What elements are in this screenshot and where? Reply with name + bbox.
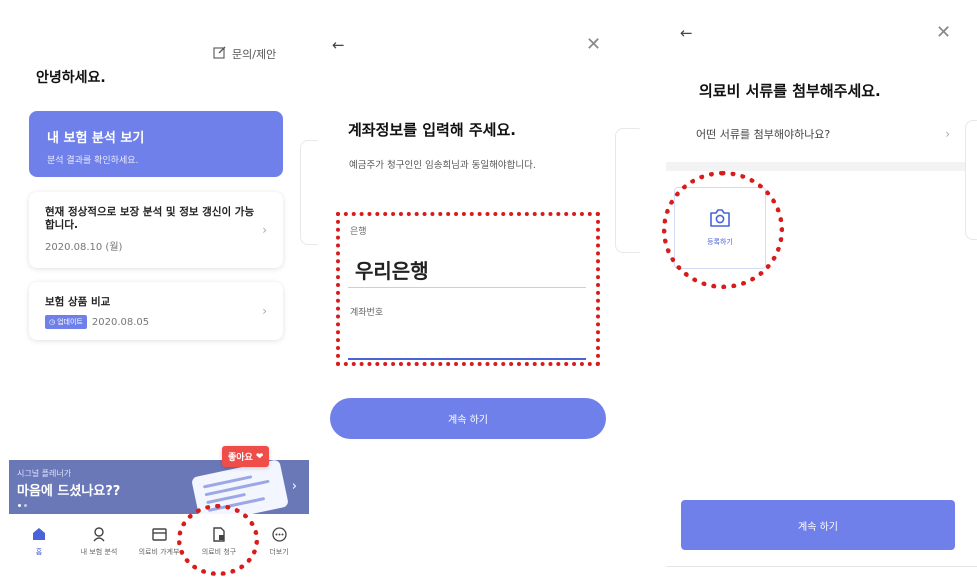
person-icon <box>92 526 106 542</box>
card-date: 2020.08.05 <box>91 316 150 328</box>
tab-label: 의료비 가계부 <box>138 548 180 556</box>
chevron-right-icon: › <box>945 127 950 141</box>
card-title: 현재 정상적으로 보장 분석 및 정보 갱신이 가능합니다. <box>45 206 255 231</box>
tab-label: 더보기 <box>269 548 289 556</box>
card-subtitle: 분석 결과를 확인하세요. <box>47 156 139 166</box>
greeting: 안녕하세요. <box>36 70 106 86</box>
page-title: 의료비 서류를 첨부해주세요. <box>699 82 881 100</box>
attach-documents-screen: ← ✕ 의료비 서류를 첨부해주세요. 어떤 서류를 첨부해야하나요? › 등록… <box>648 0 977 588</box>
back-arrow-icon[interactable]: ← <box>332 36 345 54</box>
card-title: 보험 상품 비교 <box>45 296 111 308</box>
bottom-divider <box>666 566 977 567</box>
analysis-status-card[interactable]: 현재 정상적으로 보장 분석 및 정보 갱신이 가능합니다. 2020.08.1… <box>29 192 283 268</box>
continue-button[interactable]: 계속 하기 <box>330 398 606 439</box>
banner-page-dots <box>18 504 27 507</box>
update-badge: ◷ 업데이트 <box>45 315 87 329</box>
chevron-right-icon: › <box>262 304 267 318</box>
chevron-right-icon: › <box>291 479 297 494</box>
tab-label: 내 보험 분석 <box>80 548 118 556</box>
like-label: 좋아요 <box>228 453 253 463</box>
insurance-analysis-card[interactable]: 내 보험 분석 보기 분석 결과를 확인하세요. <box>29 111 283 177</box>
next-card-peek <box>965 120 977 240</box>
tab-my-analysis[interactable]: 내 보험 분석 <box>69 516 129 568</box>
home-icon <box>32 526 46 542</box>
card-date: 2020.08.10 (월) <box>45 242 123 253</box>
chevron-right-icon: › <box>262 223 267 237</box>
feedback-banner[interactable]: 시그널 플레너가 마음에 드셨나요?? › <box>9 460 309 514</box>
ledger-icon <box>151 526 167 542</box>
question-label: 어떤 서류를 첨부해야하나요? <box>696 128 831 141</box>
back-arrow-icon[interactable]: ← <box>680 24 693 42</box>
tab-label: 홈 <box>35 548 43 556</box>
more-icon <box>271 526 287 542</box>
heart-icon: ❤ <box>255 451 264 462</box>
close-icon[interactable]: ✕ <box>936 22 951 43</box>
page-title: 계좌정보를 입력해 주세요. <box>348 121 516 139</box>
banner-title: 마음에 드셨나요?? <box>17 484 121 499</box>
clock-icon: ◷ <box>49 318 56 326</box>
edit-icon <box>213 46 226 62</box>
highlight-circle <box>177 504 259 576</box>
section-divider <box>666 162 977 171</box>
next-card-peek <box>300 140 318 245</box>
next-card-peek <box>615 128 640 253</box>
tab-home[interactable]: 홈 <box>9 516 69 568</box>
inquiry-label: 문의/제안 <box>232 48 277 61</box>
page-subtitle: 예금주가 청구인인 임송희님과 동일해야합니다. <box>349 160 536 171</box>
account-info-screen: ← ✕ 계좌정보를 입력해 주세요. 예금주가 청구인인 임송희님과 동일해야합… <box>318 0 640 588</box>
like-badge[interactable]: 좋아요 ❤ <box>222 446 270 467</box>
product-compare-card[interactable]: 보험 상품 비교 ◷ 업데이트 2020.08.05 › <box>29 282 283 340</box>
banner-small-text: 시그널 플레너가 <box>17 469 72 478</box>
highlight-circle <box>662 171 784 289</box>
bottom-tab-bar: 홈 내 보험 분석 의료비 가계부 의료비 청구 더보기 <box>9 516 309 568</box>
close-icon[interactable]: ✕ <box>586 34 601 55</box>
highlight-box <box>336 212 600 366</box>
card-title: 내 보험 분석 보기 <box>47 131 145 146</box>
which-documents-link[interactable]: 어떤 서류를 첨부해야하나요? › <box>666 122 950 146</box>
home-screen: 문의/제안 안녕하세요. 내 보험 분석 보기 분석 결과를 확인하세요. 현재… <box>0 0 318 588</box>
inquiry-link[interactable]: 문의/제안 <box>213 46 276 62</box>
update-badge-label: 업데이트 <box>57 318 83 326</box>
continue-button[interactable]: 계속 하기 <box>681 500 955 550</box>
